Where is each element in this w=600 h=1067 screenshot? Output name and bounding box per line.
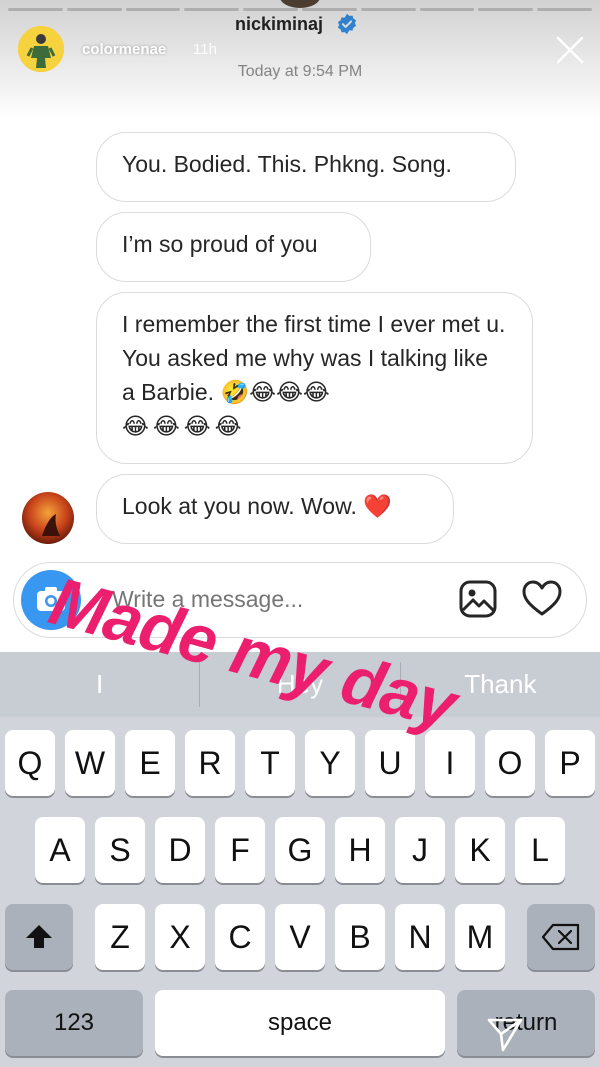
key-u[interactable]: U [365,730,415,796]
shift-icon [26,925,52,948]
key-c[interactable]: C [215,904,265,970]
chat-header-name[interactable]: nickiminaj [235,14,323,35]
sender-avatar-image-icon [22,492,74,544]
story-progress-segment [301,8,357,11]
story-progress-segment [8,8,63,11]
story-progress-segment [537,8,592,11]
message-text: I’m so proud of you [122,231,318,257]
story-progress-segment [125,8,181,11]
avatar-illustration-icon [18,26,64,72]
key-h[interactable]: H [335,817,385,883]
key-v[interactable]: V [275,904,325,970]
verified-badge-icon [337,13,357,35]
message-text: Look at you now. Wow. ❤️ [122,493,392,519]
story-poster-avatar[interactable] [18,26,64,72]
key-t[interactable]: T [245,730,295,796]
heart-icon[interactable] [522,580,562,618]
story-progress-segment [360,8,416,11]
key-j[interactable]: J [395,817,445,883]
story-poster-name[interactable]: colormenae [82,41,166,58]
send-icon[interactable] [486,1015,524,1053]
story-progress-segment [243,8,298,11]
key-o[interactable]: O [485,730,535,796]
key-q[interactable]: Q [5,730,55,796]
key-r[interactable]: R [185,730,235,796]
key-l[interactable]: L [515,817,565,883]
key-n[interactable]: N [395,904,445,970]
close-icon[interactable] [554,34,586,66]
key-a[interactable]: A [35,817,85,883]
gallery-icon[interactable] [458,579,498,619]
message-text: I remember the first time I ever met u. … [122,311,506,405]
story-progress-segment [478,8,534,11]
message-bubble: I remember the first time I ever met u. … [96,292,533,464]
sender-avatar[interactable] [22,492,74,544]
message-bubble: I’m so proud of you [96,212,371,282]
story-progress-segment [184,8,240,11]
key-x[interactable]: X [155,904,205,970]
backspace-icon [541,923,580,951]
story-progress-bars [8,8,592,11]
message-text: You. Bodied. This. Phkng. Song. [122,151,452,177]
key-s[interactable]: S [95,817,145,883]
key-z[interactable]: Z [95,904,145,970]
key-f[interactable]: F [215,817,265,883]
message-emoji-line: 😂😂😂😂 [122,413,246,439]
key-e[interactable]: E [125,730,175,796]
message-bubble: Look at you now. Wow. ❤️ [96,474,454,544]
numbers-key[interactable]: 123 [5,990,143,1056]
message-bubble: You. Bodied. This. Phkng. Song. [96,132,516,202]
key-w[interactable]: W [65,730,115,796]
message-timestamp: Today at 9:54 PM [237,63,363,80]
story-progress-segment [66,8,122,11]
key-m[interactable]: M [455,904,505,970]
keyboard: I Hey Thank Q W E R T Y U I O P A S D F … [0,652,600,1067]
return-key[interactable]: return [457,990,595,1056]
key-p[interactable]: P [545,730,595,796]
key-g[interactable]: G [275,817,325,883]
key-b[interactable]: B [335,904,385,970]
space-key[interactable]: space [155,990,445,1056]
key-k[interactable]: K [455,817,505,883]
shift-key[interactable] [5,904,73,970]
story-age: 11h [193,41,217,58]
story-progress-segment [419,8,475,11]
key-d[interactable]: D [155,817,205,883]
key-y[interactable]: Y [305,730,355,796]
chat-header-avatar[interactable] [280,0,320,8]
backspace-key[interactable] [527,904,595,970]
